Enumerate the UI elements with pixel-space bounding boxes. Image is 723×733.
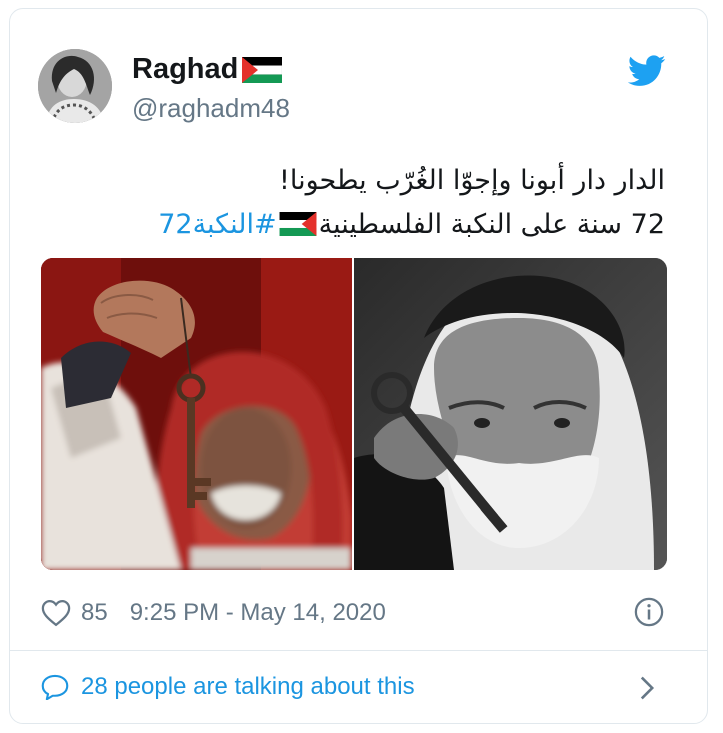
photo-left[interactable]: [41, 258, 352, 570]
timestamp[interactable]: 9:25 PM - May 14, 2020: [130, 599, 386, 627]
twitter-bird-icon[interactable]: [627, 55, 666, 87]
talking-text: 28 people are talking about this: [81, 673, 415, 700]
palestine-flag-icon: [242, 56, 283, 83]
photo-right[interactable]: [354, 258, 667, 570]
tweet-media[interactable]: [41, 258, 667, 570]
palestine-flag-icon: [279, 206, 317, 236]
tweet-text: الدار دار أبونا وإجوّا الغُرّب يطحونا! 7…: [45, 159, 665, 247]
like-count[interactable]: 85: [81, 599, 108, 627]
tweet-card: Raghad @raghadm48 الدار دار أبونا وإجوّا…: [9, 8, 708, 724]
conversation-link[interactable]: 28 people are talking about this: [41, 673, 415, 701]
display-name[interactable]: Raghad: [132, 53, 283, 86]
heart-icon[interactable]: [41, 599, 71, 627]
hashtag-link[interactable]: #النكبة72: [158, 209, 276, 240]
user-handle[interactable]: @raghadm48: [132, 93, 290, 124]
avatar[interactable]: [38, 49, 112, 123]
display-name-text: Raghad: [132, 53, 239, 85]
tweet-meta: 85 9:25 PM - May 14, 2020: [41, 595, 386, 631]
tweet-line-2: 72 سنة على النكبة الفلسطينية #النكبة72: [45, 203, 665, 247]
divider: [10, 650, 707, 651]
tweet-line-1: الدار دار أبونا وإجوّا الغُرّب يطحونا!: [279, 165, 665, 196]
info-icon[interactable]: [634, 597, 664, 627]
chevron-right-icon[interactable]: [638, 675, 656, 701]
speech-bubble-icon: [41, 674, 69, 700]
tweet-line-2-text: 72 سنة على النكبة الفلسطينية: [318, 209, 665, 240]
